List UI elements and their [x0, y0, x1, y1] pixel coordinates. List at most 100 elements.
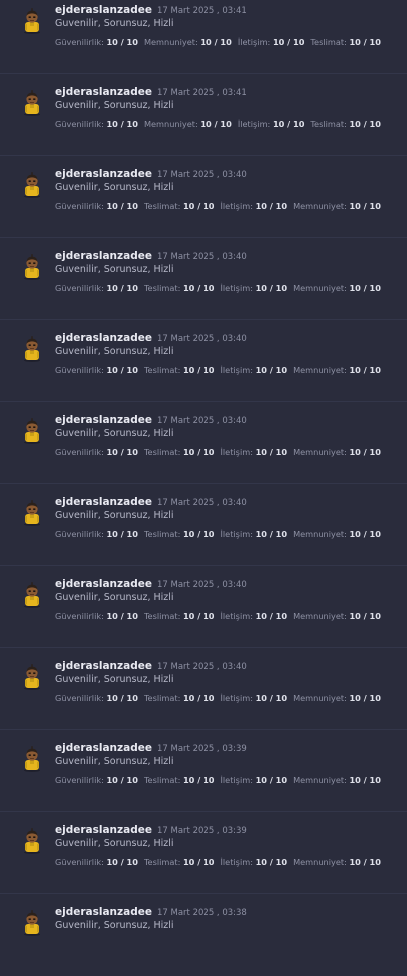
review-date: 17 Mart 2025 , 03:40	[157, 498, 247, 508]
rating-value: 10 / 10	[255, 857, 288, 867]
rating-item: Teslimat: 10 / 10	[144, 283, 215, 293]
avatar[interactable]	[21, 582, 43, 608]
review-item: ejderaslanzadee 17 Mart 2025 , 03:40 Guve…	[0, 484, 407, 566]
username[interactable]: ejderaslanzadee	[55, 742, 152, 754]
rating-value: 10 / 10	[106, 201, 138, 211]
rating-item: Memnuniyet: 10 / 10	[144, 37, 232, 47]
rating-label: Teslimat:	[143, 775, 181, 785]
rating-value: 10 / 10	[349, 37, 381, 47]
username[interactable]: ejderaslanzadee	[55, 906, 152, 918]
rating-value: 10 / 10	[106, 37, 138, 47]
rating-label: Memnuniyet:	[293, 611, 347, 621]
review-comment: Guvenilir, Sorunsuz, Hizli	[55, 18, 174, 29]
rating-label: Güvenilirlik:	[55, 775, 104, 785]
review-item: ejderaslanzadee 17 Mart 2025 , 03:40 Guve…	[0, 238, 407, 320]
avatar[interactable]	[21, 90, 43, 116]
username[interactable]: ejderaslanzadee	[55, 86, 152, 98]
avatar[interactable]	[21, 910, 43, 936]
avatar[interactable]	[21, 746, 43, 772]
rating-value: 10 / 10	[182, 611, 215, 621]
rating-value: 10 / 10	[349, 201, 381, 211]
rating-label: Memnuniyet:	[293, 693, 347, 703]
rating-list: Güvenilirlik: 10 / 10 Memnuniyet: 10 / 10…	[55, 119, 381, 129]
rating-value: 10 / 10	[106, 775, 138, 785]
rating-list: Güvenilirlik: 10 / 10 Teslimat: 10 / 10 İl…	[55, 611, 381, 621]
rating-item: Teslimat: 10 / 10	[144, 365, 215, 375]
rating-item: İletişim: 10 / 10	[220, 857, 287, 867]
rating-list: Güvenilirlik: 10 / 10 Teslimat: 10 / 10 İl…	[55, 857, 381, 867]
rating-item: İletişim: 10 / 10	[220, 775, 287, 785]
review-comment: Guvenilir, Sorunsuz, Hizli	[55, 592, 174, 603]
rating-label: Teslimat:	[143, 201, 181, 211]
rating-value: 10 / 10	[106, 857, 138, 867]
rating-value: 10 / 10	[182, 775, 215, 785]
rating-label: Güvenilirlik:	[55, 283, 104, 293]
rating-label: Memnuniyet:	[293, 365, 347, 375]
username[interactable]: ejderaslanzadee	[55, 496, 152, 508]
username[interactable]: ejderaslanzadee	[55, 414, 152, 426]
rating-label: Memnuniyet:	[293, 775, 347, 785]
review-date: 17 Mart 2025 , 03:41	[157, 6, 247, 16]
username[interactable]: ejderaslanzadee	[55, 660, 152, 672]
rating-label: İletişim:	[220, 693, 253, 703]
rating-label: İletişim:	[220, 201, 253, 211]
rating-value: 10 / 10	[106, 119, 138, 129]
username[interactable]: ejderaslanzadee	[55, 250, 152, 262]
rating-list: Güvenilirlik: 10 / 10 Teslimat: 10 / 10 İl…	[55, 529, 381, 539]
rating-item: İletişim: 10 / 10	[220, 611, 287, 621]
rating-label: Teslimat:	[143, 365, 181, 375]
review-item: ejderaslanzadee 17 Mart 2025 , 03:41 Guve…	[0, 0, 407, 74]
rating-label: Güvenilirlik:	[55, 119, 104, 129]
rating-item: İletişim: 10 / 10	[220, 365, 287, 375]
rating-item: Güvenilirlik: 10 / 10	[55, 447, 138, 457]
rating-list: Güvenilirlik: 10 / 10 Memnuniyet: 10 / 10…	[55, 37, 381, 47]
rating-value: 10 / 10	[182, 365, 215, 375]
rating-label: Güvenilirlik:	[55, 611, 104, 621]
avatar[interactable]	[21, 500, 43, 526]
rating-label: İletişim:	[220, 611, 253, 621]
avatar[interactable]	[21, 172, 43, 198]
rating-item: Memnuniyet: 10 / 10	[293, 529, 381, 539]
review-comment: Guvenilir, Sorunsuz, Hizli	[55, 674, 174, 685]
rating-label: Güvenilirlik:	[55, 37, 104, 47]
avatar[interactable]	[21, 664, 43, 690]
rating-item: Güvenilirlik: 10 / 10	[55, 611, 138, 621]
avatar[interactable]	[21, 828, 43, 854]
username[interactable]: ejderaslanzadee	[55, 168, 152, 180]
username[interactable]: ejderaslanzadee	[55, 578, 152, 590]
review-item: ejderaslanzadee 17 Mart 2025 , 03:39 Guve…	[0, 812, 407, 894]
rating-value: 10 / 10	[200, 119, 232, 129]
rating-value: 10 / 10	[255, 529, 288, 539]
username[interactable]: ejderaslanzadee	[55, 4, 152, 16]
review-item: ejderaslanzadee 17 Mart 2025 , 03:40 Guve…	[0, 320, 407, 402]
rating-item: İletişim: 10 / 10	[238, 119, 305, 129]
review-comment: Guvenilir, Sorunsuz, Hizli	[55, 264, 174, 275]
rating-item: Memnuniyet: 10 / 10	[144, 119, 232, 129]
avatar[interactable]	[21, 8, 43, 34]
username[interactable]: ejderaslanzadee	[55, 824, 152, 836]
avatar[interactable]	[21, 418, 43, 444]
rating-value: 10 / 10	[349, 857, 381, 867]
review-comment: Guvenilir, Sorunsuz, Hizli	[55, 100, 174, 111]
rating-label: Memnuniyet:	[293, 857, 347, 867]
rating-label: Güvenilirlik:	[55, 857, 104, 867]
rating-item: İletişim: 10 / 10	[220, 447, 287, 457]
rating-label: İletişim:	[220, 447, 253, 457]
rating-label: İletişim:	[220, 857, 253, 867]
rating-label: Güvenilirlik:	[55, 529, 104, 539]
rating-item: İletişim: 10 / 10	[238, 37, 305, 47]
rating-value: 10 / 10	[182, 857, 215, 867]
username[interactable]: ejderaslanzadee	[55, 332, 152, 344]
review-date: 17 Mart 2025 , 03:40	[157, 416, 247, 426]
rating-label: Teslimat:	[143, 857, 181, 867]
avatar[interactable]	[21, 336, 43, 362]
rating-label: Güvenilirlik:	[55, 201, 104, 211]
rating-list: Güvenilirlik: 10 / 10 Teslimat: 10 / 10 İl…	[55, 283, 381, 293]
review-item: ejderaslanzadee 17 Mart 2025 , 03:40 Guve…	[0, 402, 407, 484]
review-date: 17 Mart 2025 , 03:38	[157, 908, 247, 918]
avatar[interactable]	[21, 254, 43, 280]
review-comment: Guvenilir, Sorunsuz, Hizli	[55, 838, 174, 849]
rating-item: Memnuniyet: 10 / 10	[293, 283, 381, 293]
rating-label: Memnuniyet:	[293, 283, 347, 293]
rating-label: Güvenilirlik:	[55, 365, 104, 375]
